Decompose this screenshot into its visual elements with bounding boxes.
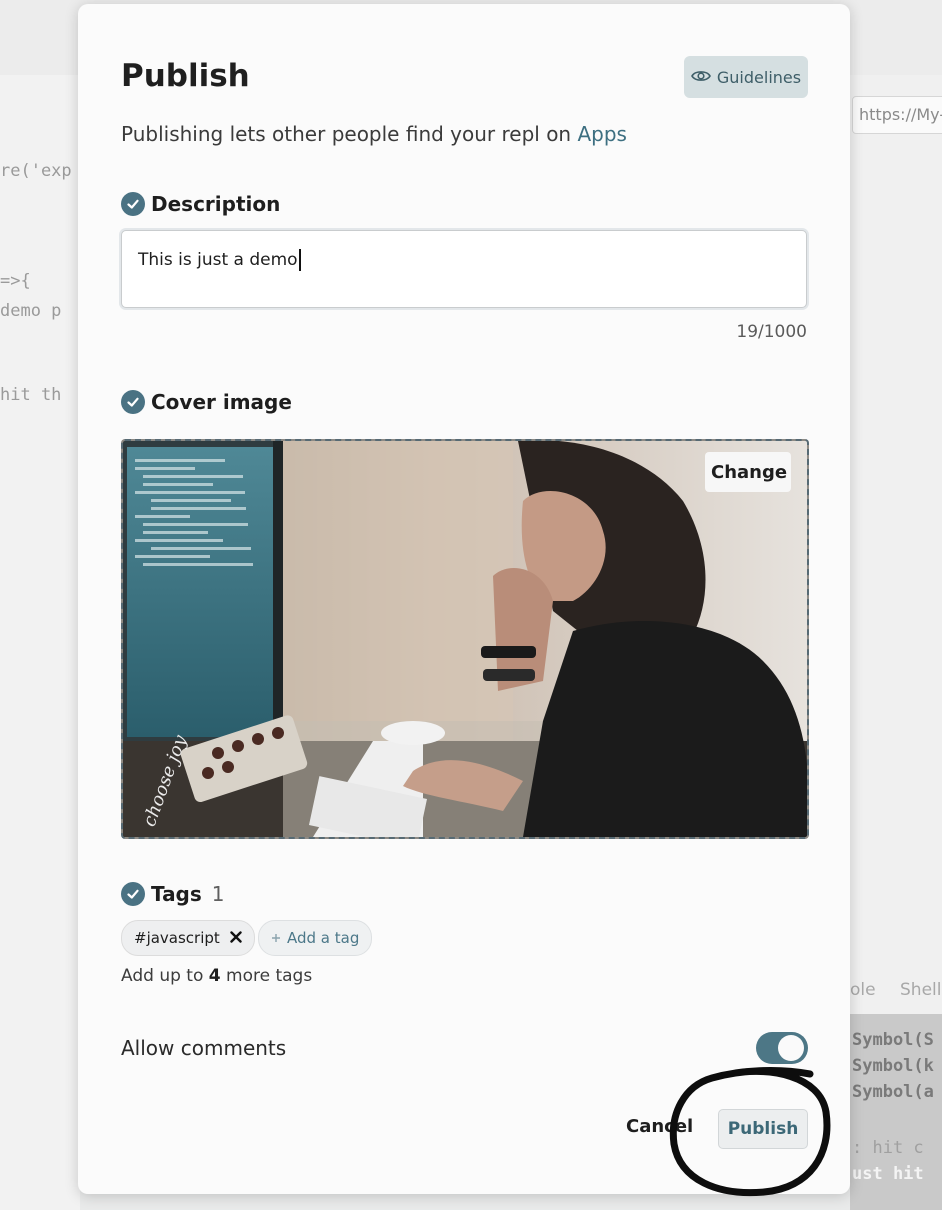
tag-hint-prefix: Add up to	[121, 966, 209, 986]
description-char-counter: 19/1000	[736, 322, 807, 342]
console-tabs: ole Shell	[850, 976, 942, 1010]
check-circle-icon	[121, 882, 145, 906]
tags-heading-label: Tags	[151, 882, 202, 906]
allow-comments-label: Allow comments	[121, 1036, 287, 1060]
console-line: ust hit	[852, 1164, 924, 1184]
add-tag-label: Add a tag	[287, 929, 360, 947]
apps-link[interactable]: Apps	[577, 122, 627, 146]
check-circle-icon	[121, 192, 145, 216]
close-icon[interactable]	[230, 929, 242, 947]
console-line: Symbol(a	[852, 1082, 934, 1102]
cover-photo: choose joy	[123, 441, 807, 837]
change-cover-button[interactable]: Change	[705, 452, 791, 492]
description-heading: Description	[121, 192, 280, 216]
tag-limit-hint: Add up to 4 more tags	[121, 966, 312, 986]
console-line: Symbol(S	[852, 1030, 934, 1050]
dialog-subtitle: Publishing lets other people find your r…	[121, 122, 627, 146]
guidelines-button[interactable]: Guidelines	[684, 56, 808, 98]
description-input[interactable]: This is just a demo	[121, 230, 807, 308]
tab-console: ole	[850, 980, 876, 1000]
publish-button[interactable]: Publish	[718, 1109, 808, 1149]
cover-image-heading: Cover image	[121, 390, 292, 414]
code-line: re('exp	[0, 161, 72, 181]
toggle-knob	[778, 1035, 804, 1061]
add-tag-button[interactable]: Add a tag	[258, 920, 373, 956]
webview-url-bar: https://My-	[852, 96, 942, 134]
code-line: hit th	[0, 385, 62, 405]
description-value: This is just a demo	[138, 250, 298, 270]
code-line: =>{	[0, 271, 31, 291]
code-editor-background: re('exp =>{ demo p hit th	[0, 75, 80, 1210]
cover-image-heading-label: Cover image	[151, 390, 292, 414]
console-line: : hit c	[852, 1138, 924, 1158]
tag-label: #javascript	[134, 929, 220, 947]
tag-hint-suffix: more tags	[220, 966, 313, 986]
eye-icon	[690, 68, 711, 87]
text-caret	[298, 249, 301, 271]
check-circle-icon	[121, 390, 145, 414]
guidelines-label: Guidelines	[716, 67, 802, 87]
tab-shell: Shell	[900, 980, 942, 1000]
publish-dialog: Publish Guidelines Publishing lets other…	[78, 4, 850, 1194]
plus-icon	[271, 929, 281, 947]
console-output: Symbol(S Symbol(k Symbol(a : hit c ust h…	[850, 1014, 942, 1210]
cancel-button[interactable]: Cancel	[626, 1116, 693, 1137]
console-line: Symbol(k	[852, 1056, 934, 1076]
dialog-title: Publish	[121, 58, 250, 94]
tags-count: 1	[211, 882, 225, 906]
description-heading-label: Description	[151, 192, 281, 216]
tag-hint-number: 4	[208, 966, 221, 986]
subtitle-text: Publishing lets other people find your r…	[121, 122, 578, 146]
tag-chip: #javascript	[121, 920, 255, 956]
tags-heading: Tags 1	[121, 882, 225, 906]
code-line: demo p	[0, 301, 62, 321]
cover-image: choose joy	[121, 439, 809, 839]
allow-comments-toggle[interactable]	[756, 1032, 808, 1064]
